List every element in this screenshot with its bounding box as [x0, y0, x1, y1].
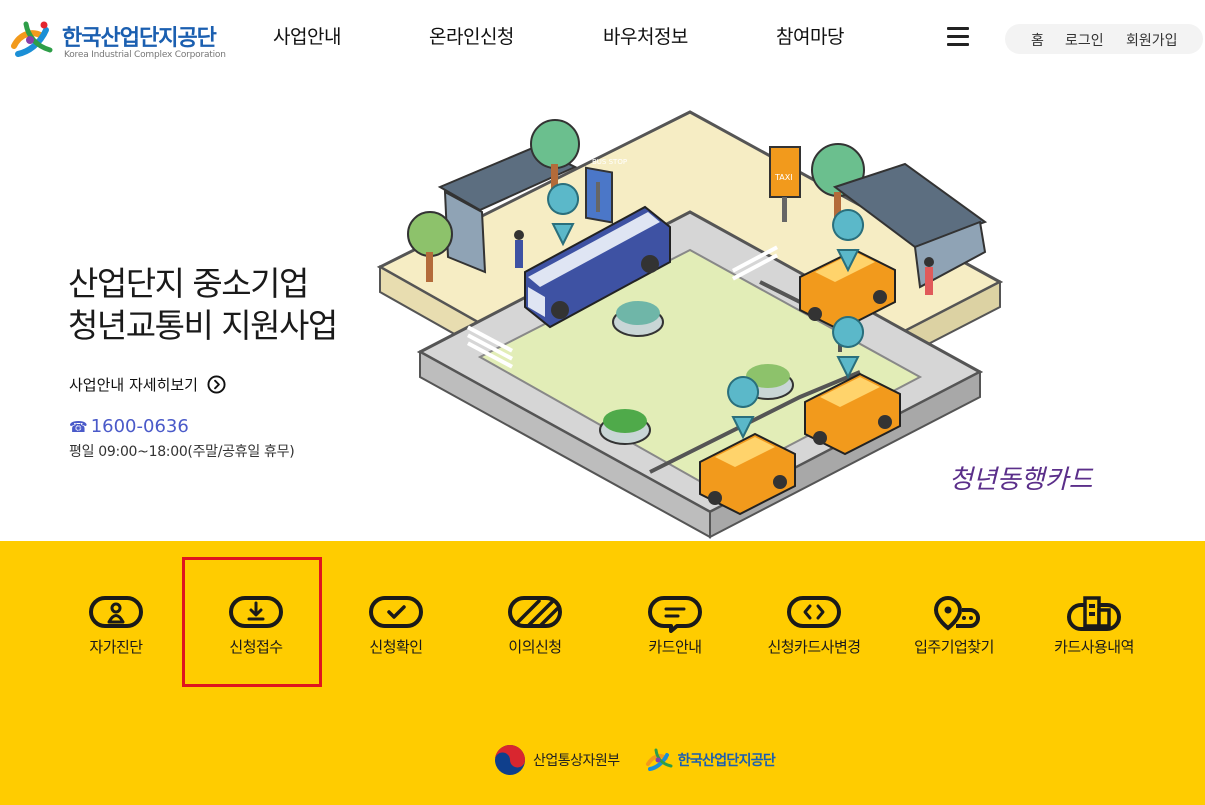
home-link[interactable]: 홈 — [1031, 30, 1044, 50]
login-link[interactable]: 로그인 — [1065, 30, 1104, 50]
kicox-small-logo-icon — [645, 748, 673, 771]
quick-self-check[interactable]: 자가진단 — [46, 595, 186, 675]
self-check-icon — [89, 596, 143, 628]
quick-find-tenant-label: 입주기업찾기 — [914, 638, 994, 656]
site-logo[interactable]: 한국산업단지공단 Korea Industrial Complex Corpor… — [6, 14, 236, 64]
quick-find-tenant[interactable]: 입주기업찾기 — [884, 595, 1024, 675]
logo-english-text: Korea Industrial Complex Corporation — [64, 50, 226, 60]
quick-objection-label: 이의신청 — [508, 638, 562, 656]
nav-business-info[interactable]: 사업안내 — [273, 22, 341, 52]
download-icon — [229, 596, 283, 628]
quick-card-guide[interactable]: 카드안내 — [605, 595, 745, 675]
motie-name: 산업통상자원부 — [533, 753, 620, 769]
code-icon — [787, 596, 841, 628]
hero-title-line2: 청년교통비 지원사업 — [68, 306, 338, 345]
check-icon — [369, 596, 423, 628]
quick-card-usage-label: 카드사용내역 — [1054, 638, 1134, 656]
quick-change-card-company-label: 신청카드사변경 — [767, 638, 861, 656]
hero-title: 산업단지 중소기업 청년교통비 지원사업 — [68, 263, 338, 347]
slash-icon — [508, 596, 562, 628]
phone-number: ☎ 1600-0636 — [69, 416, 189, 437]
bus-stop-sign-text: BUS STOP — [592, 158, 627, 166]
youth-card-logo-text: 청년동행카드 — [949, 465, 1094, 495]
org-logos: 산업통상자원부 한국산업단지공단 — [494, 744, 794, 776]
signup-link[interactable]: 회원가입 — [1126, 30, 1178, 50]
business-detail-label: 사업안내 자세히보기 — [69, 376, 198, 394]
menu-icon[interactable] — [947, 27, 969, 47]
kicox-name: 한국산업단지공단 — [677, 753, 776, 769]
taxi-sign-text: TAXI — [774, 173, 793, 182]
quick-change-card-company[interactable]: 신청카드사변경 — [744, 595, 884, 675]
map-pin-icon — [933, 595, 980, 631]
message-icon — [648, 596, 702, 633]
header: 한국산업단지공단 Korea Industrial Complex Corpor… — [0, 0, 1205, 78]
quick-card-usage[interactable]: 카드사용내역 — [1024, 595, 1164, 675]
business-detail-link[interactable]: 사업안내 자세히보기 — [69, 374, 226, 395]
taegeuk-icon — [495, 745, 525, 775]
youth-card-logo: 청년동행카드 — [949, 465, 1094, 495]
logo-korean-text: 한국산업단지공단 — [62, 26, 217, 51]
utility-menu: 홈 로그인 회원가입 — [1005, 24, 1203, 54]
quick-card-guide-label: 카드안내 — [648, 638, 702, 656]
transit-illustration: BUS STOP TAXI — [376, 110, 1004, 539]
nav-voucher-info[interactable]: 바우처정보 — [603, 22, 688, 52]
quick-application-submit[interactable]: 신청접수 — [186, 595, 326, 675]
kicox-logo-icon — [11, 21, 53, 57]
quick-application-check-label: 신청확인 — [369, 638, 423, 656]
nav-participation[interactable]: 참여마당 — [776, 22, 844, 52]
quick-application-check[interactable]: 신청확인 — [326, 595, 466, 675]
circle-arrow-right-icon — [207, 375, 226, 394]
phone-icon: ☎ — [69, 418, 88, 436]
quick-application-submit-label: 신청접수 — [229, 638, 283, 656]
business-hours: 평일 09:00~18:00(주말/공휴일 휴무) — [69, 444, 295, 460]
footer-logos: 산업통상자원부 한국산업단지공단 — [494, 744, 814, 776]
page: 한국산업단지공단 Korea Industrial Complex Corpor… — [0, 0, 1205, 805]
hero-title-line1: 산업단지 중소기업 — [68, 264, 309, 303]
quick-self-check-label: 자가진단 — [89, 638, 143, 656]
quick-menu: 자가진단 신청접수 신청확인 이의신청 카드안내 신청카드사변경 입주기업찾기 … — [0, 541, 1205, 805]
phone-number-text: 1600-0636 — [90, 416, 189, 437]
nav-online-application[interactable]: 온라인신청 — [429, 22, 514, 52]
building-icon — [1067, 596, 1121, 631]
quick-objection[interactable]: 이의신청 — [465, 595, 605, 675]
